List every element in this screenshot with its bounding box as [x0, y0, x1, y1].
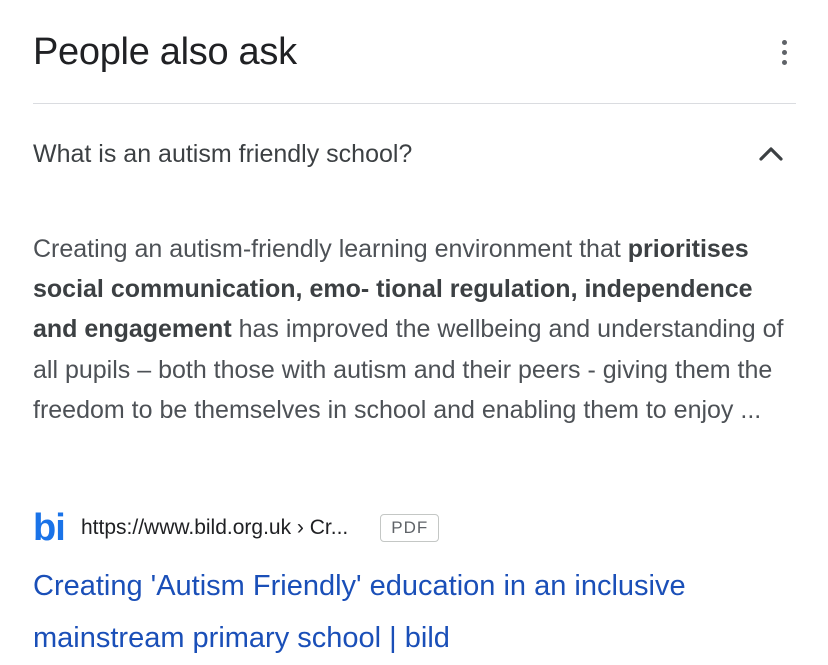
more-options-button[interactable]	[776, 36, 792, 68]
section-header: People also ask	[33, 28, 796, 80]
more-vert-icon-dot	[781, 49, 787, 55]
divider	[33, 103, 796, 104]
more-vert-icon-dot	[781, 39, 787, 45]
section-title: People also ask	[33, 31, 297, 73]
answer-snippet: Creating an autism-friendly learning env…	[33, 229, 803, 430]
file-type-badge: PDF	[380, 514, 440, 542]
site-logo: bi	[33, 507, 66, 549]
site-url[interactable]: https://www.bild.org.uk › Cr...	[81, 516, 348, 540]
result-source[interactable]: bi https://www.bild.org.uk › Cr... PDF	[33, 506, 440, 550]
result-title-link[interactable]: Creating 'Autism Friendly' education in …	[33, 560, 813, 664]
question-toggle[interactable]: What is an autism friendly school?	[33, 132, 796, 176]
answer-text-start: Creating an autism-friendly learning env…	[33, 235, 628, 263]
chevron-up-icon[interactable]	[756, 139, 786, 169]
more-vert-icon-dot	[781, 59, 787, 65]
question-text: What is an autism friendly school?	[33, 140, 413, 168]
people-also-ask-card: People also ask What is an autism friend…	[0, 0, 828, 665]
